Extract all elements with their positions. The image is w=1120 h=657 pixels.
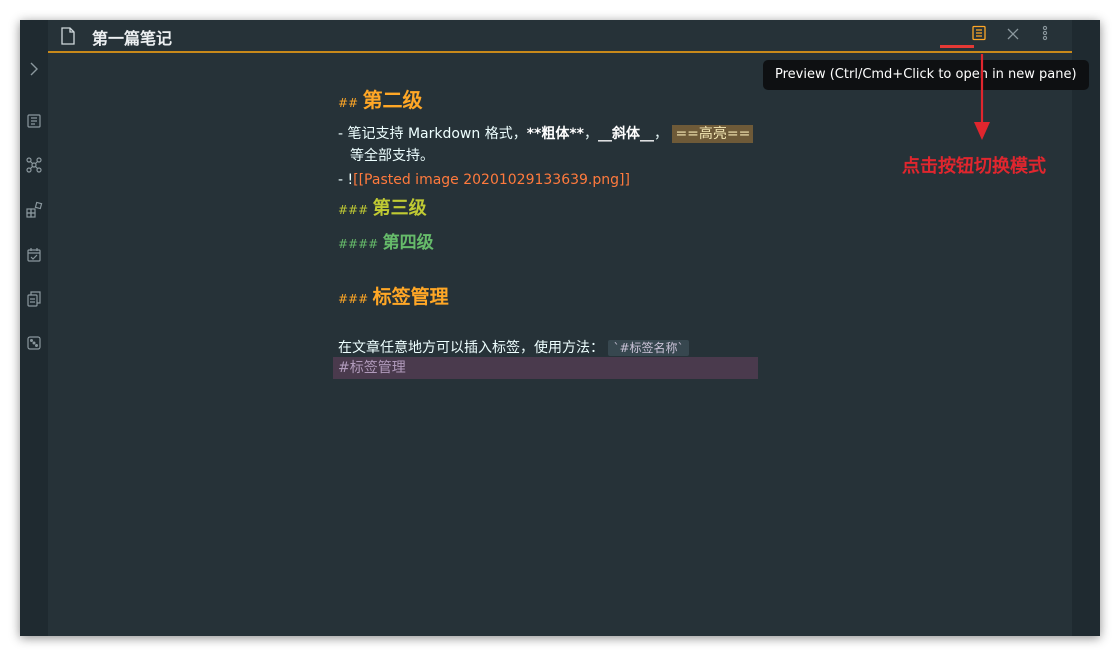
annotation-arrow [971,54,993,144]
inline-code: `#标签名称` [608,340,689,356]
document-icon [60,27,76,45]
right-strip [1072,20,1100,636]
blocks-icon[interactable] [25,201,43,219]
preview-tooltip: Preview (Ctrl/Cmd+Click to open in new p… [763,60,1089,90]
dice-icon[interactable] [25,334,43,352]
preview-toggle-icon [971,25,987,45]
annotation-underline [940,45,974,48]
calendar-check-icon[interactable] [25,246,43,264]
more-options-button[interactable] [1036,25,1054,45]
preview-toggle-button[interactable] [970,25,988,45]
heading-2: ## 第二级 [338,88,423,112]
graph-icon[interactable] [25,156,43,174]
heading-3: ### 标签管理 [338,286,449,308]
tag-line[interactable]: #标签管理 [333,357,758,379]
heading-3: ### 第三级 [338,198,427,219]
list-item: - 笔记支持 Markdown 格式，**粗体**，__斜体__， ==高亮== [338,123,754,143]
app-window: 第一篇笔记 ## 第二级 - 笔记支持 Markdown 格式，**粗体**，_… [20,20,1100,636]
internal-link[interactable]: [[Pasted image 20201029133639.png]] [353,172,630,188]
close-button[interactable] [1004,26,1022,44]
chevron-right-icon[interactable] [25,60,43,78]
heading-4: #### 第四级 [338,233,434,253]
left-ribbon [20,20,48,636]
list-item-continuation: 等全部支持。 [350,148,434,164]
list-item: - ![[Pasted image 20201029133639.png]] [338,172,630,188]
more-options-icon [1042,25,1048,45]
paragraph: 在文章任意地方可以插入标签，使用方法： `#标签名称` [338,337,689,357]
annotation-note: 点击按钮切换模式 [902,156,1046,177]
pane-header: 第一篇笔记 [48,20,1072,53]
close-icon [1006,26,1020,45]
outline-icon[interactable] [25,112,43,130]
copy-doc-icon[interactable] [25,290,43,308]
note-title[interactable]: 第一篇笔记 [92,25,172,49]
